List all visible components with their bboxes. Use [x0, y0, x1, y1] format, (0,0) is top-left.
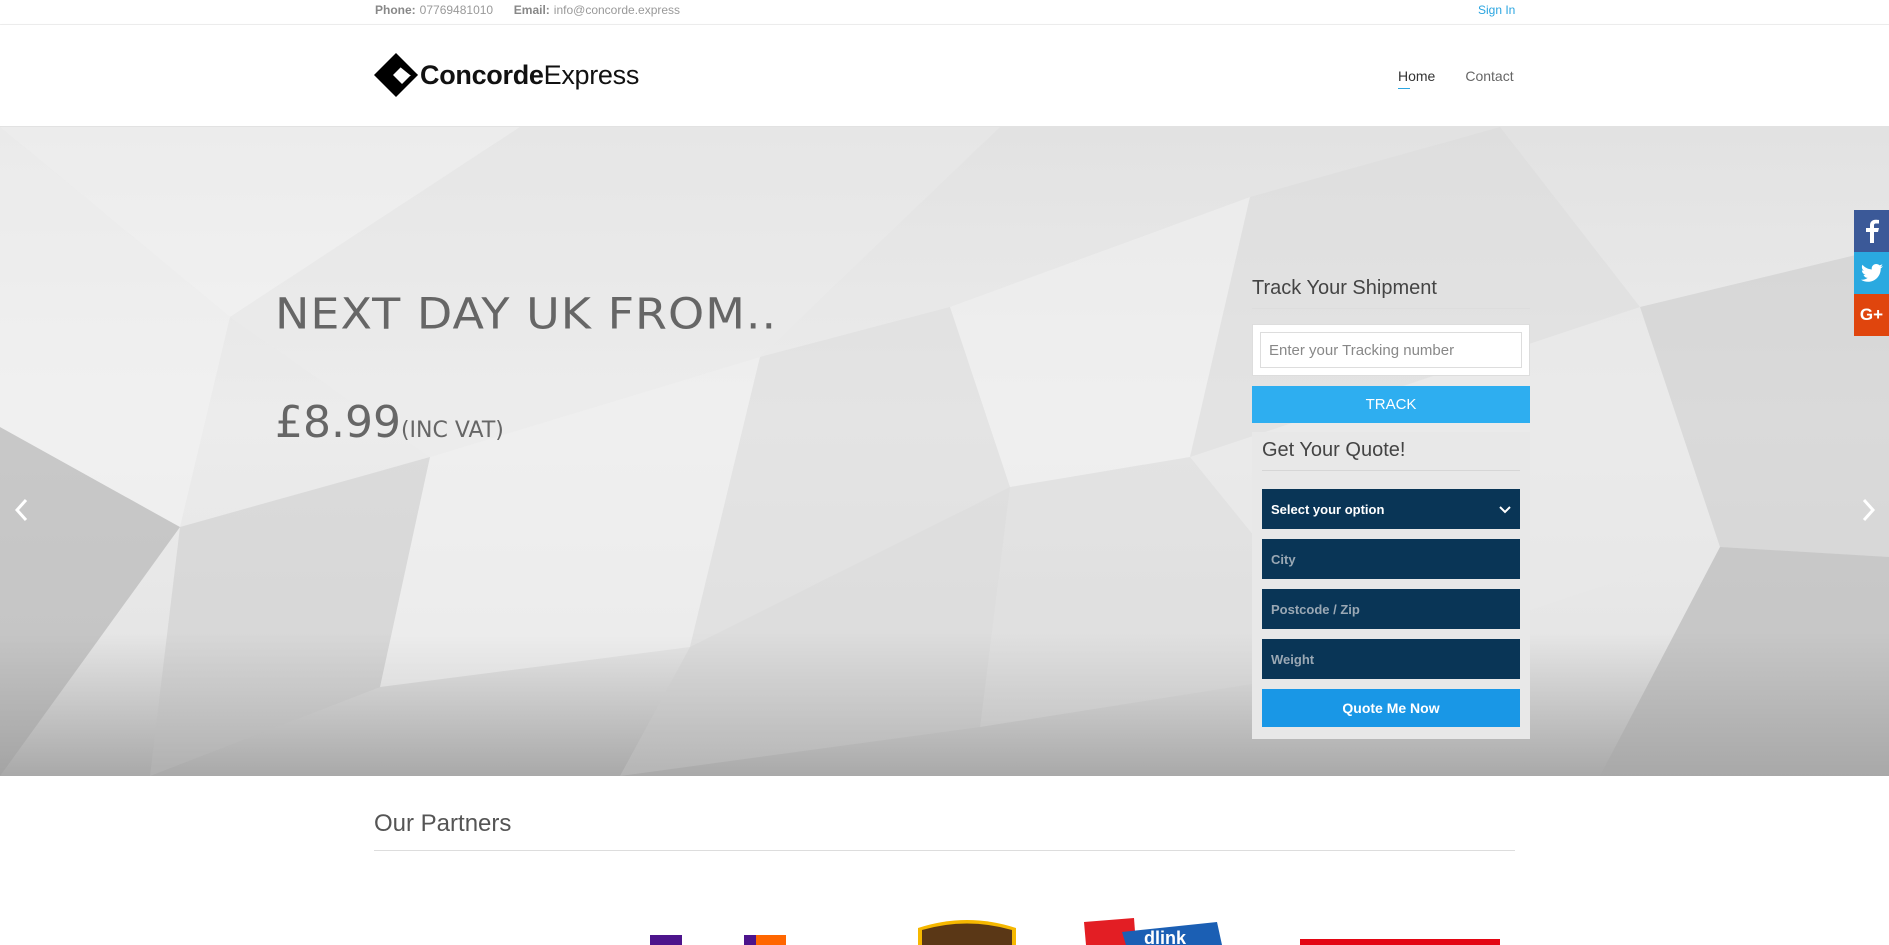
hero-background	[0, 127, 1889, 776]
service-select-label: Select your option	[1271, 501, 1385, 517]
google-plus-icon[interactable]: G+	[1854, 294, 1889, 336]
nav-home[interactable]: Home	[1398, 68, 1435, 89]
quote-panel: Get Your Quote! Select your option Quote…	[1252, 432, 1530, 739]
fedex-logo	[650, 918, 790, 945]
contact-info: Phone: 07769481010 Email: info@concorde.ex…	[375, 3, 680, 17]
postcode-input[interactable]	[1262, 589, 1520, 629]
site-header: ConcordeExpress Home Contact	[0, 25, 1889, 127]
track-button[interactable]: TRACK	[1252, 386, 1530, 423]
top-bar: Phone: 07769481010 Email: info@concorde.ex…	[0, 0, 1889, 25]
logo-diamond-icon	[374, 53, 418, 97]
sign-in-link[interactable]: Sign In	[1478, 3, 1515, 17]
chevron-down-icon	[1499, 502, 1511, 517]
email-label: Email:	[513, 3, 550, 17]
weight-input[interactable]	[1262, 639, 1520, 679]
quote-me-now-button[interactable]: Quote Me Now	[1262, 689, 1520, 727]
twitter-icon[interactable]	[1854, 252, 1889, 294]
track-title: Track Your Shipment	[1252, 277, 1530, 309]
price-amount: £8.99	[275, 397, 401, 448]
hero-slider: NEXT DAY UK FROM.. £8.99(INC VAT) Track …	[0, 127, 1889, 776]
hero-price: £8.99(INC VAT)	[275, 397, 504, 448]
partners-title: Our Partners	[374, 810, 1515, 851]
city-input[interactable]	[1262, 539, 1520, 579]
logo[interactable]: ConcordeExpress	[374, 53, 639, 97]
phone-label: Phone:	[375, 3, 416, 17]
email-address[interactable]: info@concorde.express	[554, 3, 680, 17]
main-nav: Home Contact	[1398, 68, 1514, 89]
nav-contact[interactable]: Contact	[1465, 68, 1513, 84]
hero-headline: NEXT DAY UK FROM..	[275, 289, 778, 339]
ups-logo	[916, 918, 1018, 945]
price-note: (INC VAT)	[400, 418, 504, 443]
slider-next-icon[interactable]	[1856, 490, 1880, 530]
facebook-icon[interactable]	[1854, 210, 1889, 252]
logo-text: ConcordeExpress	[420, 59, 640, 90]
service-select[interactable]: Select your option	[1262, 489, 1520, 529]
tracking-number-input[interactable]	[1260, 332, 1522, 368]
quote-title: Get Your Quote!	[1262, 439, 1520, 471]
track-box	[1252, 324, 1530, 376]
phone-number: 07769481010	[419, 3, 494, 17]
svg-text:dlink: dlink	[1144, 928, 1187, 945]
slider-prev-icon[interactable]	[10, 490, 34, 530]
parcelink-logo: dlink	[1082, 918, 1222, 945]
royal-mail-logo	[1300, 918, 1500, 945]
